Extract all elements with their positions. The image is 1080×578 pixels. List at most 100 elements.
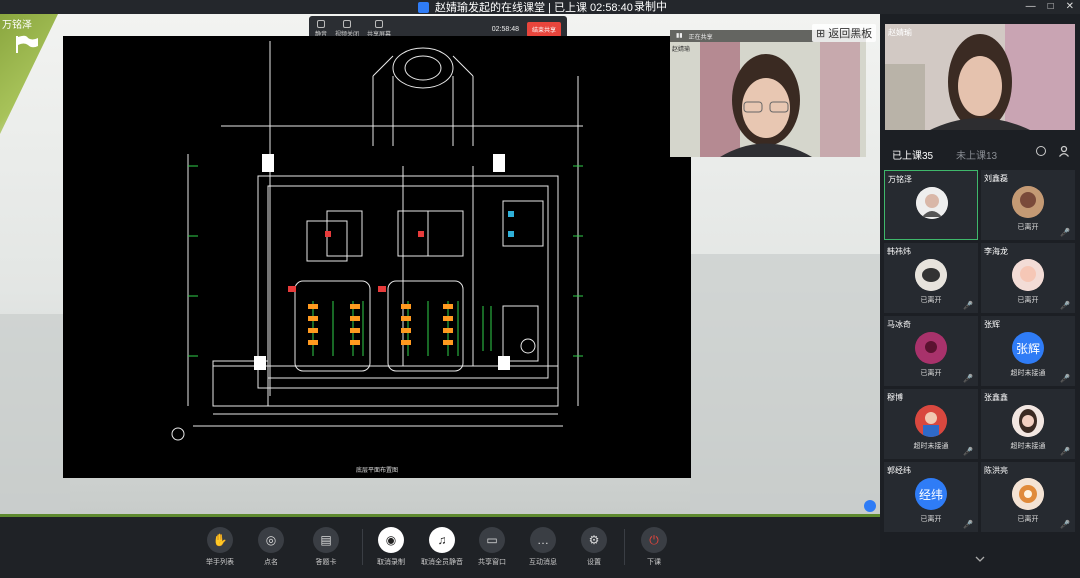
settings-button[interactable]: ⚙ 设置 bbox=[574, 527, 614, 567]
student-name: 马冰奇 bbox=[887, 320, 911, 329]
student-avatar bbox=[1012, 478, 1044, 510]
student-name: 韩祎炜 bbox=[887, 247, 911, 256]
camera-icon bbox=[343, 20, 352, 28]
host-video-image bbox=[885, 24, 1075, 130]
student-card[interactable]: 张辉 张辉 超时未接通 🎤 bbox=[981, 316, 1075, 386]
mic-icon bbox=[317, 20, 325, 28]
message-icon: … bbox=[530, 527, 556, 553]
messages-label: 互动消息 bbox=[529, 559, 557, 566]
chat-bubble-icon[interactable] bbox=[864, 500, 876, 512]
unmute-all-label: 取消全员静音 bbox=[421, 559, 463, 566]
chevron-down-icon[interactable] bbox=[975, 554, 985, 564]
avatar-image bbox=[1012, 259, 1044, 291]
student-card[interactable]: 陈洪亮 已离开 🎤 bbox=[981, 462, 1075, 532]
avatar-image bbox=[1012, 405, 1044, 437]
background-city-left bbox=[0, 314, 70, 514]
student-card[interactable]: 李海龙 已离开 🎤 bbox=[981, 243, 1075, 313]
avatar-image bbox=[915, 332, 947, 364]
checkin-button[interactable]: ◎ 点名 bbox=[251, 527, 291, 567]
teacher-video-name: 赵婧瑜 bbox=[672, 47, 691, 53]
share-window-icon: ▭ bbox=[479, 527, 505, 553]
participants-panel: 赵婧瑜 已上课35 未上课13 万铭泽 刘鑫磊 已离开 🎤 韩祎炜 已离开 🎤 … bbox=[880, 14, 1080, 578]
student-avatar bbox=[915, 259, 947, 291]
toolbar-divider bbox=[624, 529, 625, 565]
student-card[interactable]: 马冰奇 已离开 🎤 bbox=[884, 316, 978, 386]
unmute-all-button[interactable]: ♫ 取消全员静音 bbox=[421, 527, 463, 567]
stop-record-button[interactable]: ◉ 取消录制 bbox=[371, 527, 411, 567]
share-window-button[interactable]: ▭ 共享窗口 bbox=[472, 527, 512, 567]
end-share-button[interactable]: 结束共享 bbox=[526, 21, 561, 37]
student-card[interactable]: 韩祎炜 已离开 🎤 bbox=[884, 243, 978, 313]
app-logo-icon bbox=[418, 1, 429, 13]
mic-off-icon: 🎤 bbox=[1060, 520, 1070, 529]
title-center: 赵婧瑜发起的在线课堂 | 已上课 02:58:40 bbox=[418, 0, 633, 14]
student-avatar bbox=[1012, 186, 1044, 218]
student-name: 万铭泽 bbox=[888, 175, 912, 184]
student-avatar bbox=[915, 332, 947, 364]
grid-icon: ⊞ bbox=[816, 27, 826, 40]
stop-record-label: 取消录制 bbox=[377, 559, 405, 566]
student-card[interactable]: 郭经纬 经纬 已离开 🎤 bbox=[884, 462, 978, 532]
student-card[interactable]: 张鑫鑫 超时未接通 🎤 bbox=[981, 389, 1075, 459]
mic-off-icon: 🎤 bbox=[963, 520, 973, 529]
mic-off-icon: 🎤 bbox=[1060, 228, 1070, 237]
floor-plan-drawing bbox=[171, 41, 583, 441]
student-card[interactable]: 穆博 超时未接通 🎤 bbox=[884, 389, 978, 459]
student-avatar bbox=[916, 187, 948, 219]
mic-off-icon: 🎤 bbox=[963, 301, 973, 310]
avatar-image bbox=[916, 187, 948, 219]
user-icon[interactable] bbox=[1058, 145, 1070, 157]
student-card[interactable]: 刘鑫磊 已离开 🎤 bbox=[981, 170, 1075, 240]
student-name: 张鑫鑫 bbox=[984, 393, 1008, 402]
student-avatar bbox=[915, 405, 947, 437]
maximize-button[interactable]: □ bbox=[1048, 0, 1054, 14]
return-blackboard-label: 返回黑板 bbox=[828, 28, 873, 40]
answer-card-label: 答题卡 bbox=[315, 559, 337, 566]
screen-icon bbox=[375, 20, 384, 28]
raise-hand-button[interactable]: ✋ 举手列表 bbox=[200, 527, 240, 567]
checkin-label: 点名 bbox=[264, 559, 278, 566]
student-name: 郭经纬 bbox=[887, 466, 911, 475]
student-name: 陈洪亮 bbox=[984, 466, 1008, 475]
signal-icon: ▮▮ bbox=[676, 33, 683, 39]
drawing-caption: 底层平面布置图 bbox=[355, 468, 398, 474]
tab-absent[interactable]: 未上课13 bbox=[956, 147, 997, 162]
student-avatar: 经纬 bbox=[915, 478, 947, 510]
close-button[interactable]: ✕ bbox=[1066, 0, 1074, 14]
student-avatar bbox=[1012, 259, 1044, 291]
mic-off-icon: 🎤 bbox=[1060, 301, 1070, 310]
record-icon: ◉ bbox=[378, 527, 404, 553]
student-avatar: 张辉 bbox=[1012, 332, 1044, 364]
minimize-button[interactable]: — bbox=[1026, 0, 1036, 14]
power-icon: ⏻ bbox=[641, 527, 667, 553]
main-stage: 万铭泽 静音 视频关闭 共享屏幕 02:58:48 结束共享 底层平面布置图 ▮… bbox=[0, 14, 880, 514]
host-name: 赵婧瑜 bbox=[888, 28, 912, 37]
teacher-video: ▮▮ 正在共享 赵婧瑜 bbox=[670, 30, 866, 157]
student-card[interactable]: 万铭泽 bbox=[884, 170, 978, 240]
messages-button[interactable]: … 互动消息 bbox=[523, 527, 563, 567]
student-name: 穆博 bbox=[887, 393, 903, 402]
background-city bbox=[690, 254, 880, 514]
share-window-label: 共享窗口 bbox=[478, 559, 506, 566]
avatar-image bbox=[915, 259, 947, 291]
host-video: 赵婧瑜 bbox=[885, 24, 1075, 130]
answer-card-button[interactable]: ▤ 答题卡 bbox=[306, 527, 346, 567]
flag-icon bbox=[16, 35, 38, 53]
record-status: 录制中 bbox=[634, 1, 667, 13]
teacher-video-image bbox=[670, 30, 866, 157]
avatar-image bbox=[915, 405, 947, 437]
mute-all-icon: ♫ bbox=[429, 527, 455, 553]
owner-name: 万铭泽 bbox=[2, 20, 32, 31]
owner-corner bbox=[0, 14, 58, 134]
return-blackboard-button[interactable]: ⊞ 返回黑板 bbox=[812, 24, 877, 42]
search-icon[interactable] bbox=[1036, 146, 1046, 156]
avatar-image bbox=[1012, 478, 1044, 510]
tab-attended[interactable]: 已上课35 bbox=[892, 147, 933, 162]
window-title: 赵婧瑜发起的在线课堂 | 已上课 02:58:40 bbox=[435, 2, 633, 14]
bottom-toolbar: ✋ 举手列表 ◎ 点名 ▤ 答题卡 ◉ 取消录制 ♫ 取消全员静音 ▭ 共享窗口… bbox=[0, 514, 880, 578]
mic-off-icon: 🎤 bbox=[963, 447, 973, 456]
student-name: 刘鑫磊 bbox=[984, 174, 1008, 183]
settings-label: 设置 bbox=[587, 559, 601, 566]
mic-off-icon: 🎤 bbox=[963, 374, 973, 383]
end-class-button[interactable]: ⏻ 下课 bbox=[634, 527, 674, 567]
